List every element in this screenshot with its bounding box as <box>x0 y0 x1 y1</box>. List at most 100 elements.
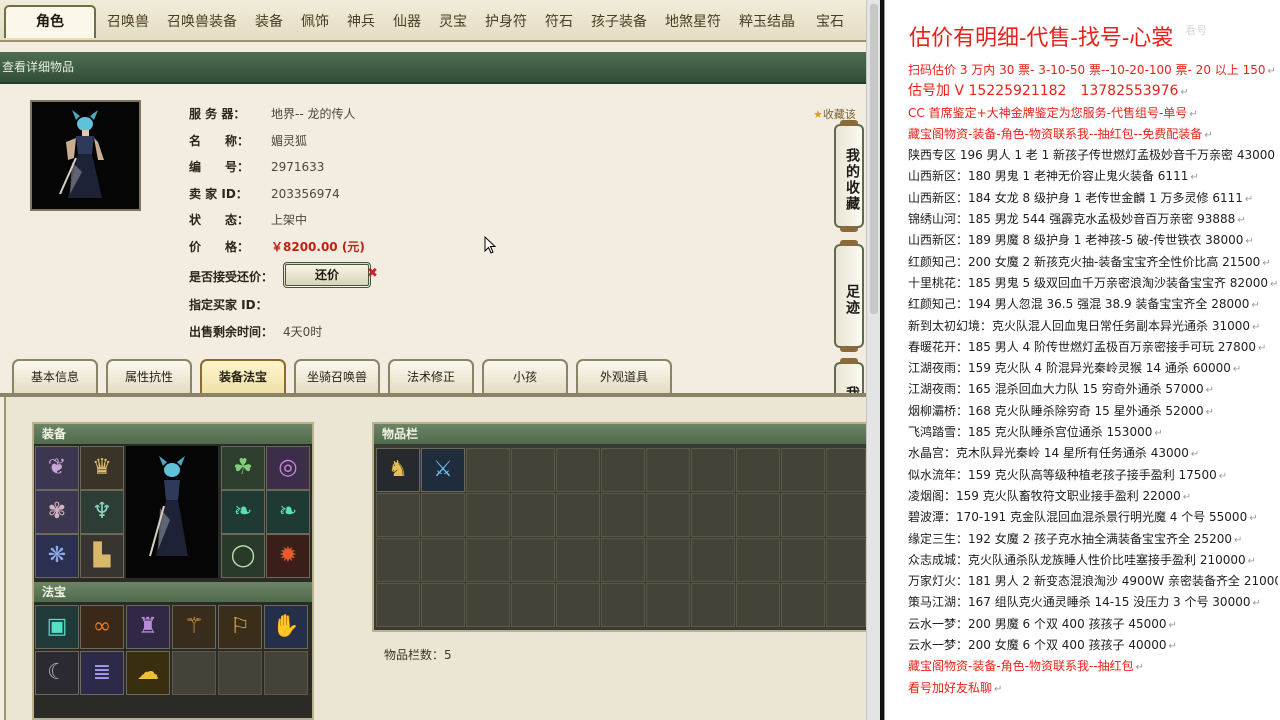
sidetab-history[interactable]: 足迹 <box>834 240 864 352</box>
inventory-slot[interactable] <box>511 583 555 627</box>
inventory-slot[interactable] <box>691 448 735 492</box>
flute-icon[interactable]: ⚚ <box>172 605 216 649</box>
nav-tab-accessory[interactable]: 佩饰 <box>296 8 334 36</box>
empty-slot[interactable] <box>264 651 308 695</box>
inventory-slot[interactable] <box>376 583 420 627</box>
leaf-icon[interactable]: ❧ <box>221 490 265 534</box>
claw-icon[interactable]: ❋ <box>35 534 79 578</box>
feather-icon[interactable]: ❦ <box>35 446 79 490</box>
inventory-slot[interactable] <box>376 493 420 537</box>
nav-tab-spirit-treasure[interactable]: 灵宝 <box>434 8 472 36</box>
sword-icon[interactable]: ⚔ <box>421 448 465 492</box>
inventory-slot[interactable] <box>646 538 690 582</box>
tab-mount-summon[interactable]: 坐骑召唤兽 <box>294 359 380 394</box>
nav-tab-summon[interactable]: 召唤兽 <box>102 8 154 36</box>
inventory-slot[interactable] <box>781 583 825 627</box>
inventory-slot[interactable] <box>466 583 510 627</box>
inventory-slot[interactable] <box>421 583 465 627</box>
inventory-slot[interactable] <box>556 493 600 537</box>
lantern-icon[interactable]: ♜ <box>126 605 170 649</box>
inventory-slot[interactable] <box>736 493 780 537</box>
inventory-slot[interactable] <box>601 583 645 627</box>
inventory-slot[interactable] <box>781 493 825 537</box>
inventory-slot[interactable] <box>466 493 510 537</box>
empty-slot[interactable] <box>218 651 262 695</box>
inventory-slot[interactable] <box>466 448 510 492</box>
robe-icon[interactable]: ♆ <box>80 490 124 534</box>
nav-tab-summon-equip[interactable]: 召唤兽装备 <box>162 8 242 36</box>
inventory-slot[interactable] <box>466 538 510 582</box>
inventory-slot[interactable] <box>736 448 780 492</box>
inventory-slot[interactable] <box>646 448 690 492</box>
inventory-slot[interactable] <box>826 493 866 537</box>
chain-icon[interactable]: ∞ <box>80 605 124 649</box>
inventory-slot[interactable] <box>601 448 645 492</box>
inventory-slot[interactable] <box>781 448 825 492</box>
tab-appearance-items[interactable]: 外观道具 <box>576 359 672 394</box>
necklace-icon[interactable]: ◎ <box>266 446 310 490</box>
inventory-slot[interactable] <box>601 538 645 582</box>
inventory-slot[interactable] <box>376 538 420 582</box>
scrollbar-thumb[interactable] <box>870 4 878 314</box>
ring-icon[interactable]: ◯ <box>221 534 265 578</box>
inventory-slot[interactable] <box>646 493 690 537</box>
nav-tab-runestone[interactable]: 符石 <box>540 8 578 36</box>
inventory-slot[interactable] <box>556 448 600 492</box>
tab-spell-correction[interactable]: 法术修正 <box>388 359 474 394</box>
inventory-slot[interactable] <box>736 583 780 627</box>
tassel-icon[interactable]: ✾ <box>35 490 79 534</box>
leaf-icon-2[interactable]: ❧ <box>266 490 310 534</box>
figurine-icon[interactable]: ♞ <box>376 448 420 492</box>
sidetab-my-favorites[interactable]: 我的收藏 <box>834 120 864 232</box>
inventory-slot[interactable] <box>601 493 645 537</box>
nav-tab-child-equip[interactable]: 孩子装备 <box>586 8 652 36</box>
inventory-slot[interactable] <box>511 448 555 492</box>
nav-tab-amulet[interactable]: 护身符 <box>480 8 532 36</box>
scroll-icon[interactable]: ≣ <box>80 651 124 695</box>
nav-tab-equipment[interactable]: 装备 <box>250 8 288 36</box>
inventory-slot[interactable] <box>826 448 866 492</box>
hook-icon[interactable]: ☾ <box>35 651 79 695</box>
inventory-slot[interactable] <box>826 583 866 627</box>
nav-tab-fairy-weapon[interactable]: 仙器 <box>388 8 426 36</box>
inventory-slot[interactable] <box>691 583 735 627</box>
bargain-button[interactable]: 还价 <box>283 262 371 288</box>
tab-basic-info[interactable]: 基本信息 <box>12 359 98 394</box>
page-scrollbar[interactable] <box>866 0 880 720</box>
inventory-slot[interactable] <box>421 493 465 537</box>
equipment-header: 装备 <box>34 424 312 444</box>
inventory-slot[interactable] <box>511 538 555 582</box>
nav-tab-role[interactable]: 角色 <box>4 5 96 38</box>
talisman-icon[interactable]: ⚐ <box>218 605 262 649</box>
gold-cloud-icon[interactable]: ☁ <box>126 651 170 695</box>
gauntlet-icon[interactable]: ✋ <box>264 605 308 649</box>
tab-attributes[interactable]: 属性抗性 <box>106 359 192 394</box>
tab-equipment-treasure[interactable]: 装备法宝 <box>200 359 286 394</box>
orb-icon[interactable]: ✹ <box>266 534 310 578</box>
inventory-slot[interactable] <box>556 538 600 582</box>
nav-tab-divine-weapon[interactable]: 神兵 <box>342 8 380 36</box>
inventory-slot[interactable] <box>421 538 465 582</box>
server-value: 地界-- 龙的传人 <box>271 107 356 121</box>
nav-tab-gem[interactable]: 宝石 <box>808 8 852 36</box>
inventory-slot[interactable] <box>691 493 735 537</box>
inventory-slot[interactable] <box>556 583 600 627</box>
helmet-icon[interactable]: ♛ <box>80 446 124 490</box>
inventory-slot[interactable] <box>511 493 555 537</box>
nav-tab-jade-crystal[interactable]: 粹玉结晶 <box>734 8 800 36</box>
inventory-slot[interactable] <box>736 538 780 582</box>
inventory-slot[interactable] <box>826 538 866 582</box>
empty-slot[interactable] <box>172 651 216 695</box>
jade-cube-icon[interactable]: ▣ <box>35 605 79 649</box>
return-mark-icon: ↵ <box>1190 172 1199 184</box>
inventory-slot[interactable] <box>646 583 690 627</box>
mask-icon[interactable]: ☘ <box>221 446 265 490</box>
star-icon: ★ <box>813 108 823 121</box>
inventory-slot[interactable] <box>691 538 735 582</box>
note-line: 飞鸿踏雪：185 克火队睡杀宫位通杀 153000 ↵ <box>908 422 1278 443</box>
inventory-slot[interactable] <box>781 538 825 582</box>
tab-child[interactable]: 小孩 <box>482 359 568 394</box>
boots-icon[interactable]: ▙ <box>80 534 124 578</box>
close-icon[interactable]: ✖ <box>367 266 378 281</box>
nav-tab-star-talisman[interactable]: 地煞星符 <box>660 8 726 36</box>
